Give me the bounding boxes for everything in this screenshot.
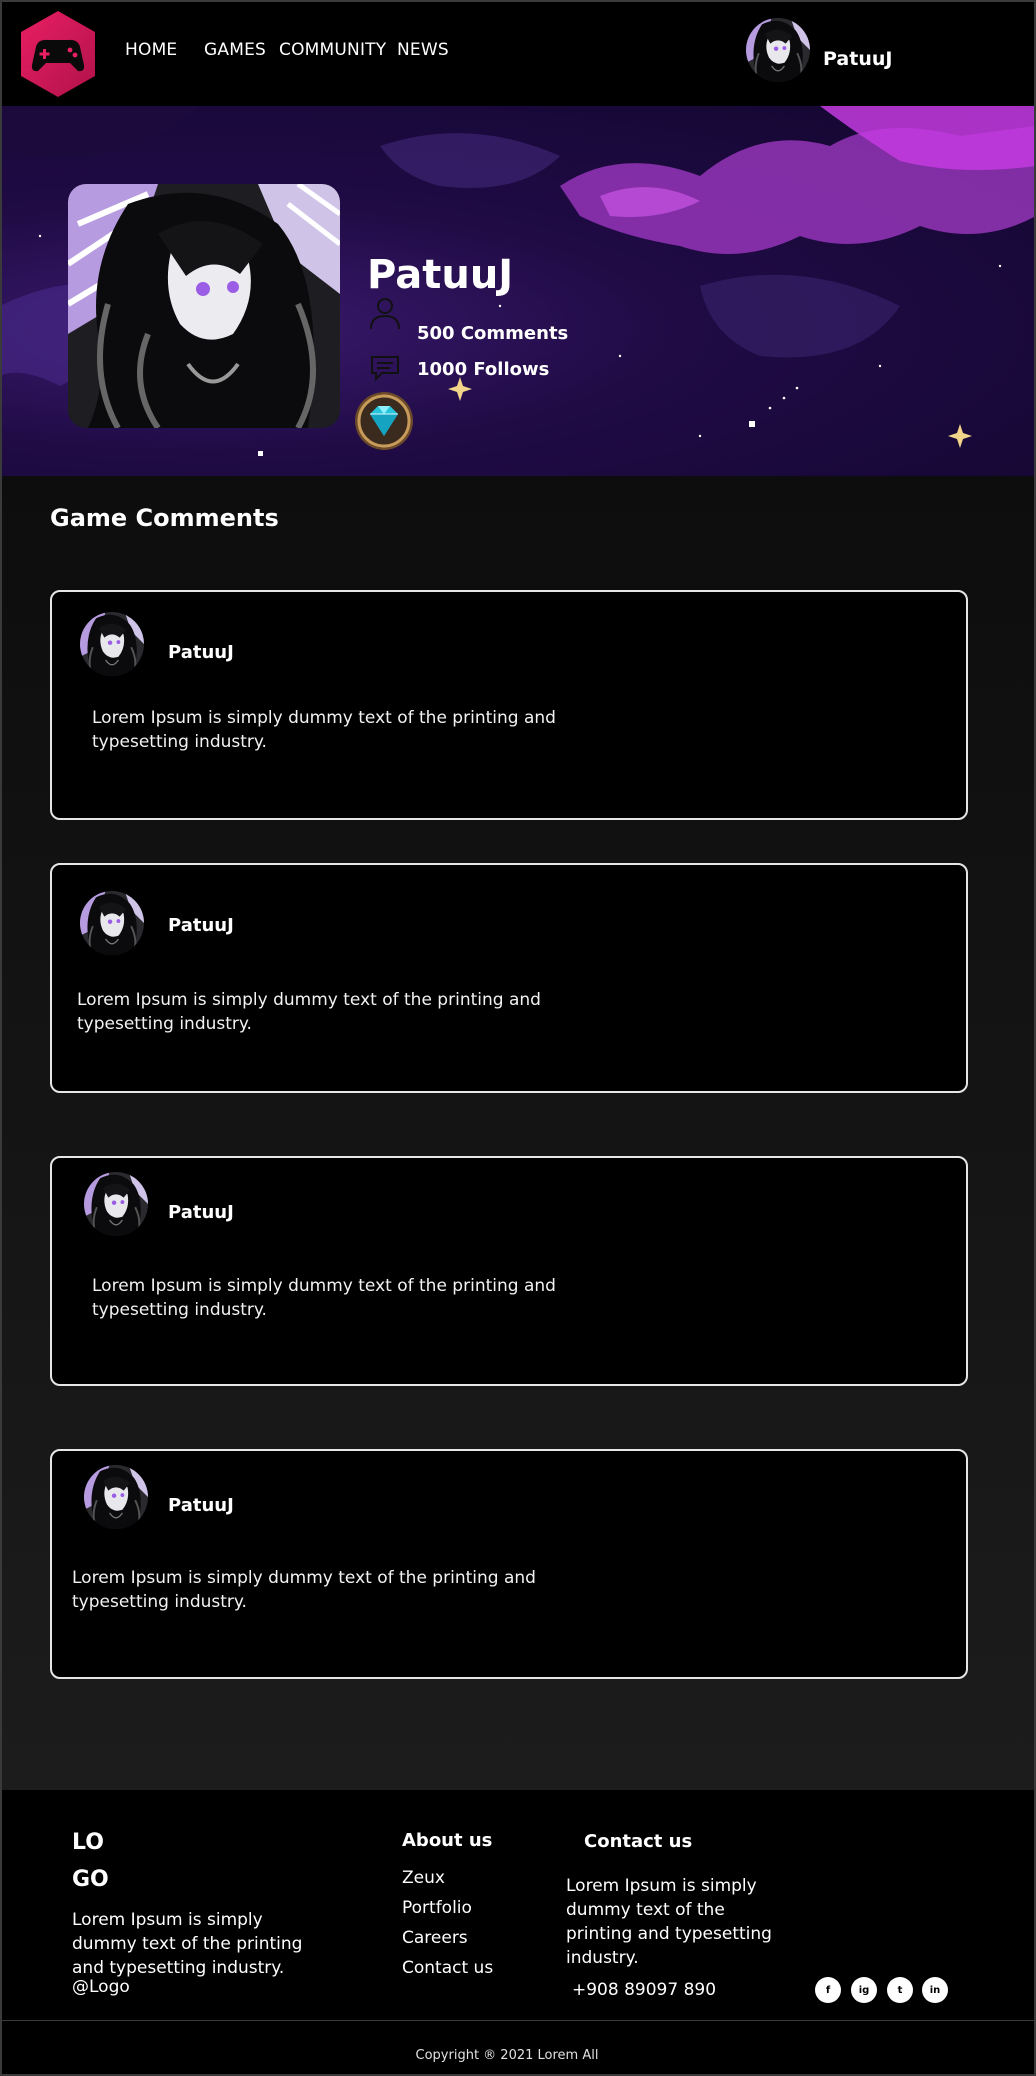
footer-logo-line1: LO — [72, 1830, 104, 1855]
comment-card: PatuuJ Lorem Ipsum is simply dummy text … — [50, 1449, 968, 1679]
comment-username[interactable]: PatuuJ — [168, 642, 234, 663]
footer-logo[interactable]: LO GO — [72, 1824, 109, 1898]
footer-divider — [0, 2020, 1036, 2021]
footer-handle: @Logo — [72, 1977, 130, 1997]
diamond-rank-icon — [352, 388, 416, 454]
profile-picture — [68, 184, 340, 428]
footer-description: Lorem Ipsum is simply dummy text of the … — [72, 1910, 303, 1978]
comment-icon — [371, 356, 399, 382]
comment-username[interactable]: PatuuJ — [168, 1495, 234, 1516]
header-avatar[interactable] — [746, 18, 810, 82]
instagram-icon[interactable]: ig — [851, 1977, 877, 2003]
comment-text: Lorem Ipsum is simply dummy text of the … — [77, 990, 541, 1034]
nav-home[interactable]: HOME — [125, 40, 177, 60]
top-navbar: HOME GAMES COMMUNITY NEWS PatuuJ — [0, 0, 1036, 106]
contact-text: Lorem Ipsum is simply dummy text of the … — [566, 1876, 772, 1968]
contact-heading: Contact us — [584, 1831, 693, 1852]
comment-card: PatuuJ Lorem Ipsum is simply dummy text … — [50, 1156, 968, 1386]
profile-name: PatuuJ — [367, 252, 514, 298]
user-icon — [370, 298, 400, 330]
comment-username[interactable]: PatuuJ — [168, 1202, 234, 1223]
footer-logo-line2: GO — [72, 1867, 109, 1892]
comment-avatar[interactable] — [80, 891, 144, 955]
comments-section: Game Comments PatuuJ Lorem Ipsum is simp… — [0, 476, 1036, 1790]
comment-text: Lorem Ipsum is simply dummy text of the … — [92, 708, 556, 752]
footer-link-careers[interactable]: Careers — [402, 1928, 468, 1948]
contact-phone[interactable]: +908 89097 890 — [572, 1980, 716, 2000]
nav-games[interactable]: GAMES — [204, 40, 266, 60]
nav-community[interactable]: COMMUNITY — [279, 40, 386, 60]
nav-news[interactable]: NEWS — [397, 40, 449, 60]
comment-username[interactable]: PatuuJ — [168, 915, 234, 936]
footer: LO GO Lorem Ipsum is simply dummy text o… — [0, 1790, 1036, 2076]
footer-link-portfolio[interactable]: Portfolio — [402, 1898, 472, 1918]
facebook-icon[interactable]: f — [815, 1977, 841, 2003]
copyright: Copyright ® 2021 Lorem All — [415, 2048, 599, 2063]
header-username[interactable]: PatuuJ — [823, 48, 892, 70]
profile-banner: PatuuJ 500 Comments 1000 Follows — [0, 106, 1036, 476]
about-heading: About us — [402, 1830, 493, 1851]
footer-link-contact[interactable]: Contact us — [402, 1958, 493, 1978]
logo-gamepad-icon[interactable] — [18, 9, 98, 99]
comment-card: PatuuJ Lorem Ipsum is simply dummy text … — [50, 863, 968, 1093]
comment-card: PatuuJ Lorem Ipsum is simply dummy text … — [50, 590, 968, 820]
comment-avatar[interactable] — [80, 612, 144, 676]
section-title: Game Comments — [50, 504, 279, 532]
twitter-icon[interactable]: t — [887, 1977, 913, 2003]
comment-text: Lorem Ipsum is simply dummy text of the … — [72, 1568, 536, 1612]
comments-count: 500 Comments — [417, 323, 569, 344]
comment-avatar[interactable] — [84, 1465, 148, 1529]
follows-count: 1000 Follows — [417, 359, 550, 380]
comment-text: Lorem Ipsum is simply dummy text of the … — [92, 1276, 556, 1320]
linkedin-icon[interactable]: in — [922, 1977, 948, 2003]
comment-avatar[interactable] — [84, 1172, 148, 1236]
footer-link-zeux[interactable]: Zeux — [402, 1868, 445, 1888]
